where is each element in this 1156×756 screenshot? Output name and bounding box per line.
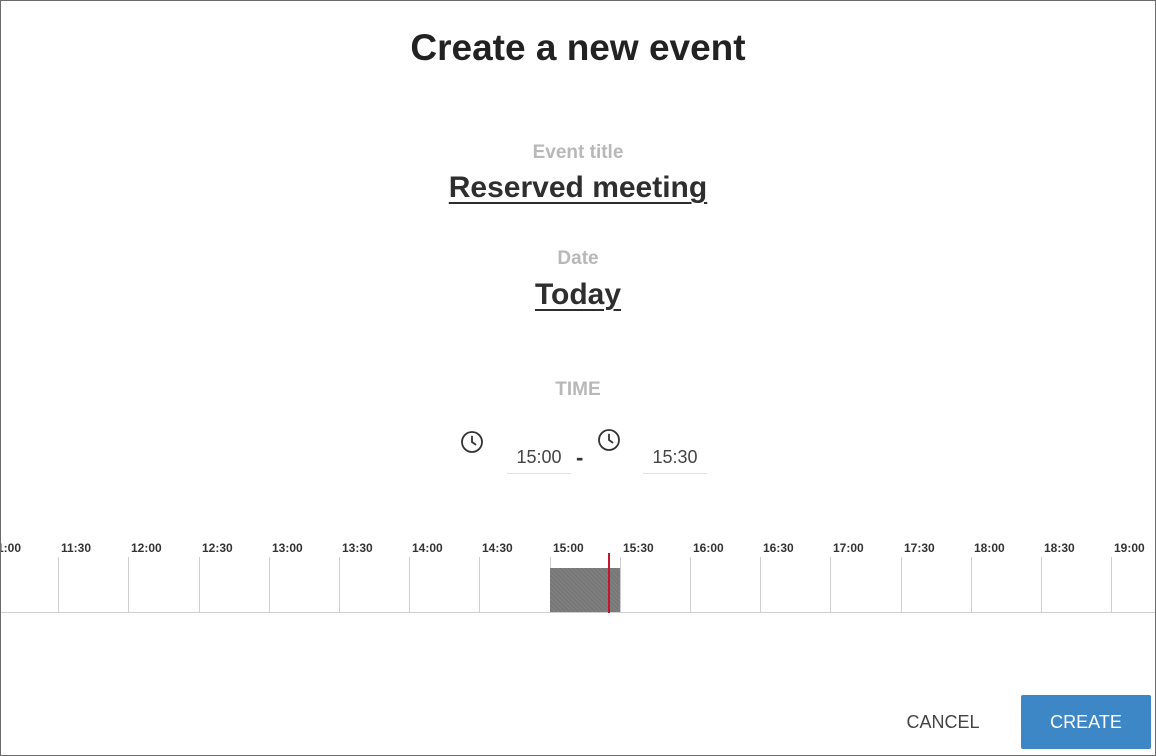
timeline-tick-line bbox=[199, 557, 200, 612]
timeline-tick-label: 11:00 bbox=[1, 541, 22, 555]
time-label: TIME bbox=[555, 379, 601, 400]
clock-icon[interactable] bbox=[597, 428, 621, 452]
timeline-tick-label: 15:00 bbox=[553, 541, 584, 555]
timeline-tick-line bbox=[1041, 557, 1042, 612]
timeline-tick-label: 15:30 bbox=[623, 541, 654, 555]
end-time-input[interactable] bbox=[643, 441, 707, 474]
timeline-tick-line bbox=[339, 557, 340, 612]
timeline-tick-label: 16:00 bbox=[693, 541, 724, 555]
create-button[interactable]: CREATE bbox=[1021, 695, 1151, 749]
timeline-tick-line bbox=[901, 557, 902, 612]
start-time-input[interactable] bbox=[507, 441, 571, 474]
timeline-tick-line bbox=[620, 557, 621, 612]
create-event-dialog: Create a new event Event title Reserved … bbox=[0, 0, 1156, 756]
timeline-tick-line bbox=[760, 557, 761, 612]
event-title-label: Event title bbox=[532, 142, 624, 163]
timeline-tick-line bbox=[971, 557, 972, 612]
current-time-indicator bbox=[608, 553, 610, 613]
timeline-tick-label: 19:00 bbox=[1114, 541, 1145, 555]
dialog-title: Create a new event bbox=[410, 27, 746, 68]
timeline-tick-label: 17:00 bbox=[833, 541, 864, 555]
timeline-tick-label: 18:30 bbox=[1044, 541, 1075, 555]
event-title-value[interactable]: Reserved meeting bbox=[1, 171, 1155, 205]
timeline-tick-line bbox=[479, 557, 480, 612]
timeline-tick-label: 14:00 bbox=[412, 541, 443, 555]
timeline-tick-label: 12:00 bbox=[131, 541, 162, 555]
timeline-tick-label: 12:30 bbox=[202, 541, 233, 555]
date-value[interactable]: Today bbox=[1, 278, 1155, 312]
cancel-button[interactable]: CANCEL bbox=[881, 697, 1005, 747]
timeline-tick-label: 16:30 bbox=[763, 541, 794, 555]
timeline-tick-label: 13:00 bbox=[272, 541, 303, 555]
timeline-tick-line bbox=[269, 557, 270, 612]
time-separator: - bbox=[576, 445, 584, 470]
timeline-tick-line bbox=[58, 557, 59, 612]
timeline-tick-label: 17:30 bbox=[904, 541, 935, 555]
timeline-tick-label: 11:30 bbox=[61, 541, 92, 555]
timeline-tick-line bbox=[128, 557, 129, 612]
timeline-tick-line bbox=[830, 557, 831, 612]
timeline-tick-line bbox=[409, 557, 410, 612]
timeline-tick-line bbox=[1111, 557, 1112, 612]
date-label: Date bbox=[557, 248, 599, 269]
timeline-tick-label: 14:30 bbox=[482, 541, 513, 555]
timeline-tick-label: 18:00 bbox=[974, 541, 1005, 555]
timeline-baseline bbox=[1, 612, 1155, 613]
time-slot-timeline[interactable]: 11:00 11:30 12:00 12:30 13:00 13:30 14:00 14:30… bbox=[1, 537, 1155, 613]
clock-icon[interactable] bbox=[460, 430, 484, 454]
timeline-tick-label: 13:30 bbox=[342, 541, 373, 555]
time-range: - bbox=[1, 427, 1155, 479]
timeline-tick-line bbox=[690, 557, 691, 612]
